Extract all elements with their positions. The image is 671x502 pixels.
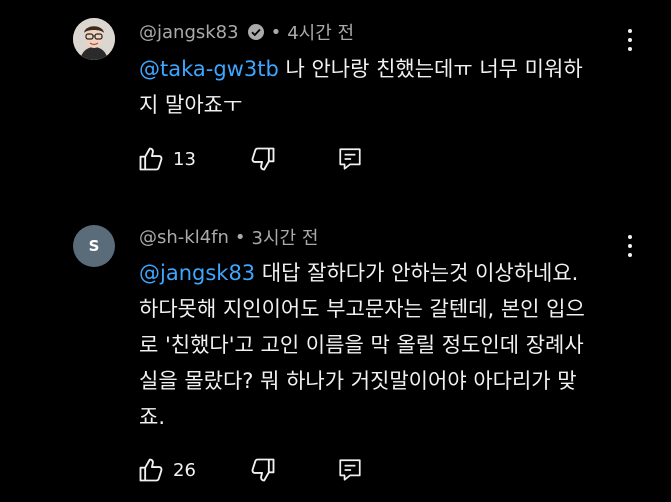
thumbs-up-icon <box>139 147 163 171</box>
thumbs-down-icon <box>251 458 275 482</box>
thumbs-up-icon <box>139 458 163 482</box>
reply-comment-icon <box>339 459 361 481</box>
author-name[interactable]: @jangsk83 <box>139 22 239 43</box>
reply-button[interactable] <box>337 457 363 483</box>
profile-photo-icon <box>73 18 115 60</box>
comment-text-line: @jangsk83 대답 잘하다가 안하는것 이상하네요. <box>139 255 639 291</box>
separator: • <box>234 226 246 248</box>
comment-text-segment: 대답 잘하다가 안하는것 이상하네요. <box>255 261 579 285</box>
dislike-button[interactable] <box>249 456 277 484</box>
reply-button[interactable] <box>337 146 363 172</box>
comment-text-line: 죠. <box>139 405 165 429</box>
like-count: 13 <box>173 148 196 170</box>
comment-text-line: 로 '친했다'고 고인 이름을 막 올릴 정도인데 장례사 <box>139 333 584 357</box>
thumbs-down-icon <box>251 147 275 171</box>
comment-text-segment: 나 안나랑 친했는데ㅠ 너무 미워하 <box>278 57 583 81</box>
avatar[interactable]: S <box>73 225 115 267</box>
author-name[interactable]: @sh-kl4fn <box>139 227 229 248</box>
comment-text-line: 실을 몰랐다? 뭐 하나가 거짓말이어야 아다리가 맞 <box>139 369 577 393</box>
avatar[interactable] <box>73 18 115 60</box>
like-button[interactable]: 26 <box>137 456 213 484</box>
like-button[interactable]: 13 <box>137 145 213 173</box>
verified-check-icon <box>247 23 265 41</box>
comment-actions: 26 <box>137 455 363 485</box>
comment-text: @taka-gw3tb 나 안나랑 친했는데ㅠ 너무 미워하 지 말아죠ㅜ <box>139 51 639 123</box>
comment-meta: @sh-kl4fn • 3시간 전 <box>139 224 319 250</box>
comment-time[interactable]: 3시간 전 <box>252 224 319 250</box>
comment-1: @jangsk83 • 4시간 전 @taka-gw3tb 나 안나랑 친했는데… <box>0 0 671 200</box>
separator: • <box>270 21 282 43</box>
comment-text-line: 하다못해 지인이어도 부고문자는 갈텐데, 본인 입으 <box>139 297 585 321</box>
mention-link[interactable]: @jangsk83 <box>139 261 255 285</box>
dislike-button[interactable] <box>249 145 277 173</box>
reply-comment-icon <box>339 148 361 170</box>
mention-link[interactable]: @taka-gw3tb <box>139 57 279 81</box>
like-count: 26 <box>173 459 196 481</box>
comment-time[interactable]: 4시간 전 <box>287 19 354 45</box>
comment-text-line: 지 말아죠ㅜ <box>139 93 243 117</box>
comment-2: S @sh-kl4fn • 3시간 전 @jangsk83 대답 잘하다가 안하… <box>0 200 671 502</box>
more-actions-icon[interactable] <box>620 27 640 53</box>
comment-text-line: @taka-gw3tb 나 안나랑 친했는데ㅠ 너무 미워하 <box>139 51 639 87</box>
comment-text: @jangsk83 대답 잘하다가 안하는것 이상하네요. 하다못해 지인이어도… <box>139 255 639 435</box>
comment-actions: 13 <box>137 144 363 174</box>
avatar-letter: S <box>88 237 100 255</box>
comment-meta: @jangsk83 • 4시간 전 <box>139 19 354 45</box>
